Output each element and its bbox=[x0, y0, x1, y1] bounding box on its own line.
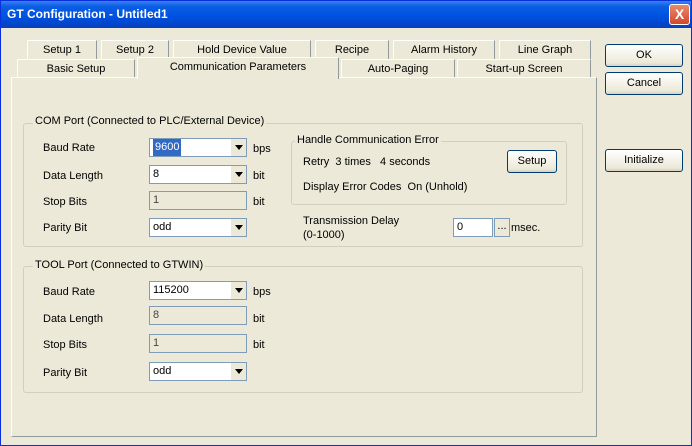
com-data-length-value: 8 bbox=[153, 168, 160, 180]
tool-parity-label: Parity Bit bbox=[43, 367, 88, 379]
tool-baud-unit: bps bbox=[253, 286, 271, 298]
tool-port-title: TOOL Port (Connected to GTWIN) bbox=[33, 259, 206, 271]
transmission-delay-browse-button[interactable]: ... bbox=[494, 218, 510, 237]
tool-parity-select[interactable]: odd bbox=[149, 362, 247, 381]
transmission-delay-input[interactable]: 0 bbox=[453, 218, 493, 237]
tab-alarm-history[interactable]: Alarm History bbox=[393, 40, 495, 59]
com-baud-rate-value: 9600 bbox=[153, 139, 182, 156]
chevron-down-icon[interactable] bbox=[230, 282, 246, 299]
display-error-codes-text: Display Error Codes On (Unhold) bbox=[303, 181, 468, 193]
title-bar[interactable]: GT Configuration - Untitled1 bbox=[1, 1, 691, 28]
com-stop-bits-label: Stop Bits bbox=[43, 196, 88, 208]
com-data-length-label: Data Length bbox=[43, 170, 103, 182]
tab-setup-1[interactable]: Setup 1 bbox=[27, 40, 97, 59]
tab-basic-setup[interactable]: Basic Setup bbox=[17, 59, 135, 78]
tab-auto-paging[interactable]: Auto-Paging bbox=[341, 59, 455, 78]
com-baud-unit: bps bbox=[253, 143, 271, 155]
chevron-down-icon[interactable] bbox=[230, 363, 246, 380]
chevron-down-icon[interactable] bbox=[230, 166, 246, 183]
transmission-delay-label: Transmission Delay bbox=[303, 215, 400, 227]
cancel-button[interactable]: Cancel bbox=[605, 72, 683, 95]
tool-parity-value: odd bbox=[153, 365, 172, 377]
com-parity-value: odd bbox=[153, 221, 172, 233]
handle-error-title: Handle Communication Error bbox=[295, 134, 441, 146]
com-stop-unit: bit bbox=[253, 196, 265, 208]
tool-baud-rate-select[interactable]: 115200 bbox=[149, 281, 247, 300]
close-button[interactable]: X bbox=[669, 4, 690, 25]
setup-button[interactable]: Setup bbox=[507, 150, 557, 173]
transmission-delay-unit: msec. bbox=[511, 222, 541, 234]
com-data-length-select[interactable]: 8 bbox=[149, 165, 247, 184]
tool-port-group bbox=[23, 266, 583, 393]
tab-start-up-screen[interactable]: Start-up Screen bbox=[457, 59, 591, 78]
tool-data-length-label: Data Length bbox=[43, 313, 103, 325]
tool-stop-bits-label: Stop Bits bbox=[43, 339, 88, 351]
com-baud-rate-select[interactable]: 9600 bbox=[149, 138, 247, 157]
tab-line-graph[interactable]: Line Graph bbox=[499, 40, 591, 59]
tool-baud-rate-label: Baud Rate bbox=[43, 286, 95, 298]
initialize-button[interactable]: Initialize bbox=[605, 149, 683, 172]
tool-data-unit: bit bbox=[253, 313, 265, 325]
com-data-unit: bit bbox=[253, 170, 265, 182]
com-port-title: COM Port (Connected to PLC/External Devi… bbox=[33, 115, 267, 127]
transmission-delay-range: (0-1000) bbox=[303, 229, 345, 241]
gt-configuration-window: GT Configuration - Untitled1 X Setup 1 S… bbox=[0, 0, 692, 446]
com-baud-rate-label: Baud Rate bbox=[43, 142, 95, 154]
tool-stop-bits-field: 1 bbox=[149, 334, 247, 353]
chevron-down-icon[interactable] bbox=[230, 139, 246, 156]
close-icon: X bbox=[674, 6, 685, 22]
tool-data-length-field: 8 bbox=[149, 306, 247, 325]
retry-text: Retry 3 times 4 seconds bbox=[303, 156, 431, 168]
com-stop-bits-field: 1 bbox=[149, 191, 247, 210]
tab-communication-parameters[interactable]: Communication Parameters bbox=[137, 57, 339, 79]
window-title: GT Configuration - Untitled1 bbox=[7, 7, 168, 21]
chevron-down-icon[interactable] bbox=[230, 219, 246, 236]
tool-baud-rate-value: 115200 bbox=[153, 284, 189, 296]
tool-stop-unit: bit bbox=[253, 339, 265, 351]
com-parity-select[interactable]: odd bbox=[149, 218, 247, 237]
com-parity-label: Parity Bit bbox=[43, 222, 88, 234]
ok-button[interactable]: OK bbox=[605, 44, 683, 67]
